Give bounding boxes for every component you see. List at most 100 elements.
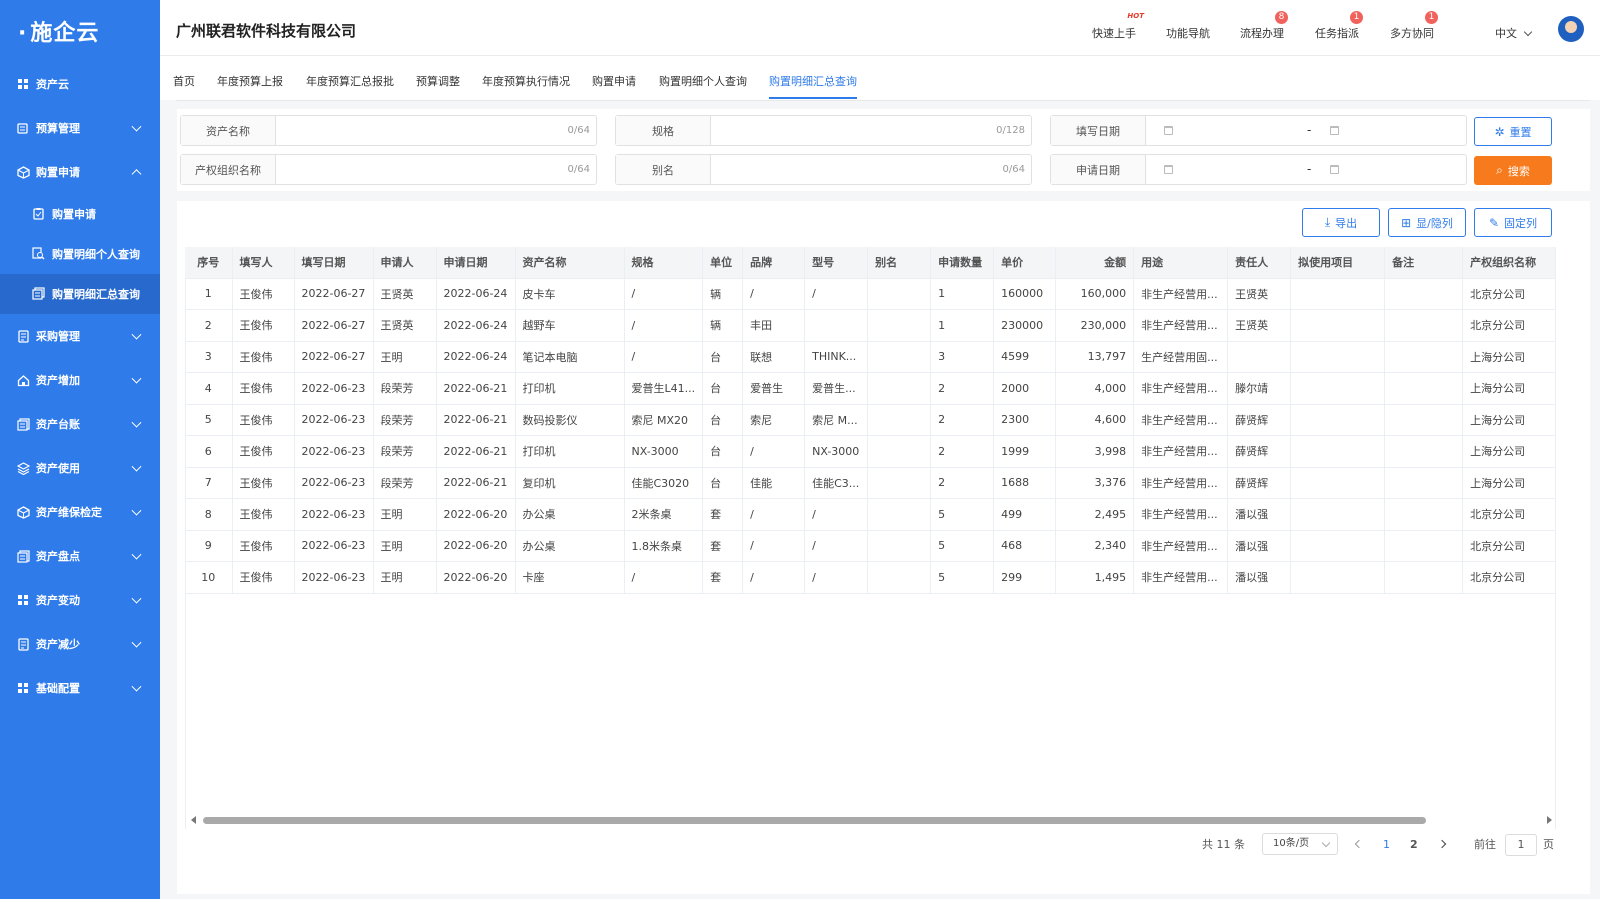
table-cell: 薛贤辉 bbox=[1227, 435, 1292, 468]
column-header[interactable]: 别名 bbox=[867, 247, 932, 279]
collaboration-link[interactable]: 多方协同 1 bbox=[1390, 11, 1438, 41]
fix-columns-button[interactable]: ✎ 固定列 bbox=[1474, 208, 1552, 237]
apply-date-range[interactable]: - bbox=[1146, 155, 1466, 184]
cube-icon bbox=[16, 165, 30, 179]
column-header[interactable]: 申请数量 bbox=[930, 247, 995, 279]
tab[interactable]: 预算调整 bbox=[416, 73, 460, 97]
sidebar-item[interactable]: 资产变动 bbox=[0, 578, 160, 622]
table-cell: 套 bbox=[702, 530, 744, 562]
export-button[interactable]: ⤓ 导出 bbox=[1302, 208, 1380, 237]
quick-start-link[interactable]: 快速上手 HOT bbox=[1092, 12, 1144, 41]
jump-page-input[interactable]: 1 bbox=[1505, 834, 1537, 856]
table-cell: 王明 bbox=[373, 341, 437, 373]
org-name-input[interactable]: 0/64 bbox=[276, 155, 596, 184]
table-row[interactable]: 7 王俊伟 2022-06-23 段荣芳 2022-06-21 复印机 佳能C3020 台佳能… bbox=[185, 467, 1557, 499]
page-1[interactable]: 1 bbox=[1383, 833, 1390, 857]
column-header[interactable]: 序号 bbox=[185, 247, 233, 279]
column-header[interactable]: 申请人 bbox=[373, 247, 437, 279]
language-select[interactable]: 中文 bbox=[1495, 25, 1533, 41]
table-cell bbox=[1290, 530, 1386, 562]
tab[interactable]: 年度预算汇总报批 bbox=[306, 73, 394, 97]
reset-button[interactable]: ✲ 重置 bbox=[1474, 117, 1552, 146]
column-header[interactable]: 单价 bbox=[993, 247, 1057, 279]
table-cell: 上海分公司 bbox=[1462, 341, 1557, 373]
task-assign-link[interactable]: 任务指派 1 bbox=[1315, 11, 1363, 41]
table-row[interactable]: 9 王俊伟 2022-06-23 王明 2022-06-20 办公桌 1.8米条桌套 //5 4… bbox=[185, 530, 1557, 562]
sidebar-subitem[interactable]: 购置明细个人查询 bbox=[0, 234, 160, 274]
sidebar-item[interactable]: 资产减少 bbox=[0, 622, 160, 666]
table-row[interactable]: 1 王俊伟 2022-06-27 王贤英 2022-06-24 皮卡车 / 辆 //1 16000… bbox=[185, 278, 1557, 310]
sidebar-item[interactable]: 资产盘点 bbox=[0, 534, 160, 578]
chevron-down-icon bbox=[131, 681, 142, 692]
column-header[interactable]: 资产名称 bbox=[515, 247, 625, 279]
sidebar-item[interactable]: 资产维保检定 bbox=[0, 490, 160, 534]
column-header[interactable]: 申请日期 bbox=[436, 247, 516, 279]
column-header[interactable]: 产权组织名称 bbox=[1462, 247, 1557, 279]
column-header[interactable]: 责任人 bbox=[1227, 247, 1292, 279]
table-row[interactable]: 10 王俊伟 2022-06-23 王明 2022-06-20 卡座 / 套 //5 299 1,4… bbox=[185, 561, 1557, 594]
column-header[interactable]: 单位 bbox=[702, 247, 744, 279]
table-row[interactable]: 3 王俊伟 2022-06-27 王明 2022-06-24 笔记本电脑 / 台联想 THINK… bbox=[185, 341, 1557, 373]
table-cell: 1 bbox=[930, 309, 995, 342]
tab[interactable]: 购置申请 bbox=[592, 73, 636, 97]
process-badge: 8 bbox=[1275, 11, 1288, 24]
avatar[interactable] bbox=[1558, 16, 1584, 42]
column-header[interactable]: 用途 bbox=[1133, 247, 1229, 279]
sidebar-item[interactable]: 资产增加 bbox=[0, 358, 160, 402]
column-header[interactable]: 备注 bbox=[1384, 247, 1464, 279]
table-row[interactable]: 4 王俊伟 2022-06-23 段荣芳 2022-06-21 打印机 爱普生L41... 台… bbox=[185, 372, 1557, 405]
logo[interactable]: 施企云 bbox=[0, 0, 160, 62]
sidebar-item[interactable]: 资产台账 bbox=[0, 402, 160, 446]
toggle-columns-button[interactable]: ⊞ 显/隐列 bbox=[1388, 208, 1466, 237]
table-cell bbox=[1290, 498, 1386, 531]
sidebar-item[interactable]: 资产云 bbox=[0, 62, 160, 106]
home-icon bbox=[16, 373, 30, 387]
table-cell: 非生产经营用... bbox=[1133, 561, 1229, 594]
sidebar-item[interactable]: 资产使用 bbox=[0, 446, 160, 490]
sidebar-item[interactable]: 购置申请 bbox=[0, 150, 160, 194]
sidebar-item[interactable]: 预算管理 bbox=[0, 106, 160, 150]
tab[interactable]: 年度预算执行情况 bbox=[482, 73, 570, 97]
page-2[interactable]: 2 bbox=[1410, 833, 1418, 857]
sidebar-item[interactable]: 基础配置 bbox=[0, 666, 160, 710]
column-header[interactable]: 填写日期 bbox=[294, 247, 374, 279]
scroll-track[interactable] bbox=[203, 817, 1542, 824]
table-cell: 2022-06-23 bbox=[294, 530, 374, 562]
table-row[interactable]: 8 王俊伟 2022-06-23 王明 2022-06-20 办公桌 2米条桌套 //5 499… bbox=[185, 498, 1557, 531]
fill-date-range[interactable]: - bbox=[1146, 116, 1466, 145]
column-header[interactable]: 规格 bbox=[624, 247, 704, 279]
horizontal-scrollbar[interactable] bbox=[185, 813, 1556, 827]
column-header[interactable]: 拟使用项目 bbox=[1290, 247, 1386, 279]
table-cell bbox=[867, 498, 932, 531]
tab[interactable]: 首页 bbox=[173, 73, 195, 97]
column-header[interactable]: 填写人 bbox=[232, 247, 295, 279]
reset-label: 重置 bbox=[1509, 125, 1532, 139]
process-link[interactable]: 流程办理 8 bbox=[1240, 11, 1288, 41]
column-header[interactable]: 金额 bbox=[1055, 247, 1135, 279]
tab[interactable]: 购置明细汇总查询 bbox=[769, 73, 857, 99]
tab[interactable]: 年度预算上报 bbox=[217, 73, 283, 97]
table-row[interactable]: 6 王俊伟 2022-06-23 段荣芳 2022-06-21 打印机 NX-3000 台 / N… bbox=[185, 435, 1557, 468]
search-button[interactable]: ⌕ 搜索 bbox=[1474, 156, 1552, 185]
scroll-right-icon[interactable] bbox=[1547, 816, 1552, 824]
column-header[interactable]: 型号 bbox=[804, 247, 869, 279]
sidebar-subitem[interactable]: 购置申请 bbox=[0, 194, 160, 234]
scroll-thumb[interactable] bbox=[203, 817, 1426, 824]
sidebar-item[interactable]: 采购管理 bbox=[0, 314, 160, 358]
table-cell: 2022-06-20 bbox=[436, 498, 516, 531]
spec-input[interactable]: 0/128 bbox=[711, 116, 1031, 145]
asset-name-input[interactable]: 0/64 bbox=[276, 116, 596, 145]
table-row[interactable]: 2 王俊伟 2022-06-27 王贤英 2022-06-24 越野车 / 辆丰田 1 23000… bbox=[185, 309, 1557, 342]
alias-input[interactable]: 0/64 bbox=[711, 155, 1031, 184]
page-size-select[interactable]: 10条/页 bbox=[1262, 833, 1338, 855]
table-row[interactable]: 5 王俊伟 2022-06-23 段荣芳 2022-06-21 数码投影仪 索尼 MX20 台… bbox=[185, 404, 1557, 436]
next-page-icon[interactable] bbox=[1437, 839, 1447, 849]
scroll-left-icon[interactable] bbox=[191, 816, 196, 824]
tab[interactable]: 购置明细个人查询 bbox=[659, 73, 747, 97]
column-header[interactable]: 品牌 bbox=[742, 247, 806, 279]
sidebar-subitem[interactable]: 购置明细汇总查询 bbox=[0, 274, 160, 314]
fill-date-filter: 填写日期 - bbox=[1050, 115, 1467, 146]
prev-page-icon[interactable] bbox=[1354, 839, 1364, 849]
function-nav-link[interactable]: 功能导航 bbox=[1166, 25, 1210, 41]
table-cell: 2300 bbox=[993, 404, 1057, 436]
